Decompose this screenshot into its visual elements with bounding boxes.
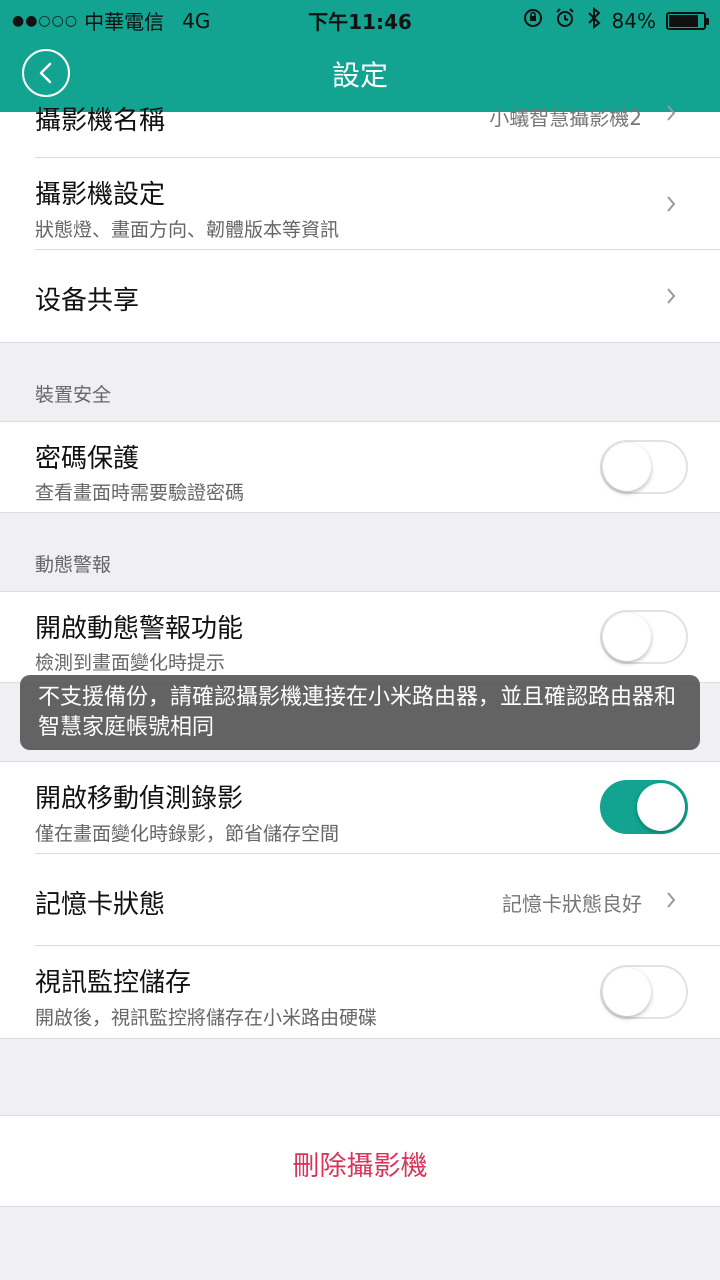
password-protection-subtitle: 查看畫面時需要驗證密碼 (35, 482, 245, 504)
toast-message: 不支援備份，請確認攝影機連接在小米路由器，並且確認路由器和智慧家庭帳號相同 (20, 675, 700, 750)
sd-card-status-value: 記憶卡狀態良好 (502, 892, 642, 916)
bluetooth-icon (586, 6, 602, 35)
security-group: 密碼保護 查看畫面時需要驗證密碼 (0, 421, 720, 513)
camera-name-value: 小蟻智慧攝影機2 (489, 106, 642, 130)
rotation-lock-icon (522, 7, 544, 34)
camera-settings-subtitle: 狀態燈、畫面方向、韌體版本等資訊 (35, 219, 340, 241)
battery-percentage: 84% (611, 8, 656, 33)
camera-settings-row[interactable]: 攝影機設定 狀態燈、畫面方向、韌體版本等資訊 (35, 158, 720, 250)
motion-record-row: 開啟移動偵測錄影 僅在畫面變化時錄影，節省儲存空間 (35, 762, 720, 854)
motion-alert-row: 開啟動態警報功能 檢測到畫面變化時提示 (35, 592, 720, 682)
password-protection-toggle[interactable] (600, 440, 688, 494)
toggle-knob (603, 443, 651, 491)
status-bar: ●●○○○ 中華電信 4G 下午11:46 84% (0, 0, 720, 36)
section-header-device-security: 裝置安全 (0, 343, 720, 421)
delete-group: 刪除攝影機 (0, 1115, 720, 1207)
battery-icon (666, 11, 709, 30)
camera-name-row[interactable]: 攝影機名稱 小蟻智慧攝影機2 (35, 105, 720, 158)
sd-card-status-label: 記憶卡狀態 (35, 890, 166, 920)
delete-camera-button[interactable]: 刪除攝影機 (0, 1144, 720, 1183)
page-title: 設定 (331, 59, 388, 92)
motion-record-toggle[interactable] (600, 780, 688, 834)
camera-name-label: 攝影機名稱 (35, 106, 166, 136)
section-title: 裝置安全 (35, 384, 112, 406)
motion-alert-subtitle: 檢測到畫面變化時提示 (35, 652, 226, 674)
video-storage-label: 視訊監控儲存 (35, 968, 192, 998)
video-storage-row: 視訊監控儲存 開啟後，視訊監控將儲存在小米路由硬碟 (35, 946, 720, 1038)
chevron-right-icon (667, 105, 676, 121)
chevron-right-icon (667, 288, 676, 304)
chevron-right-icon (667, 196, 676, 212)
video-storage-subtitle: 開啟後，視訊監控將儲存在小米路由硬碟 (35, 1007, 378, 1029)
device-share-label: 设备共享 (35, 286, 140, 316)
motion-alert-toggle[interactable] (600, 610, 688, 664)
motion-record-subtitle: 僅在畫面變化時錄影，節省儲存空間 (35, 823, 340, 845)
toggle-knob (603, 613, 651, 661)
password-protection-label: 密碼保護 (35, 444, 140, 474)
recording-group: 開啟移動偵測錄影 僅在畫面變化時錄影，節省儲存空間 記憶卡狀態 記憶卡狀態良好 … (0, 761, 720, 1039)
camera-settings-label: 攝影機設定 (35, 180, 166, 210)
motion-alert-label: 開啟動態警報功能 (35, 614, 244, 644)
password-protection-row: 密碼保護 查看畫面時需要驗證密碼 (35, 422, 720, 512)
device-share-row[interactable]: 设备共享 (35, 250, 720, 342)
camera-group: 攝影機名稱 小蟻智慧攝影機2 攝影機設定 狀態燈、畫面方向、韌體版本等資訊 设备… (0, 105, 720, 343)
motion-alert-group: 開啟動態警報功能 檢測到畫面變化時提示 (0, 591, 720, 683)
sd-card-status-row[interactable]: 記憶卡狀態 記憶卡狀態良好 (35, 854, 720, 946)
section-header-motion-alert: 動態警報 (0, 513, 720, 591)
chevron-right-icon (667, 892, 676, 908)
section-title: 動態警報 (35, 554, 112, 576)
toggle-knob (603, 968, 651, 1016)
alarm-icon (554, 7, 576, 34)
settings-list: 攝影機名稱 小蟻智慧攝影機2 攝影機設定 狀態燈、畫面方向、韌體版本等資訊 设备… (0, 105, 720, 1207)
battery-level (669, 14, 698, 27)
video-storage-toggle[interactable] (600, 965, 688, 1019)
toggle-knob (637, 783, 685, 831)
motion-record-label: 開啟移動偵測錄影 (35, 784, 244, 814)
